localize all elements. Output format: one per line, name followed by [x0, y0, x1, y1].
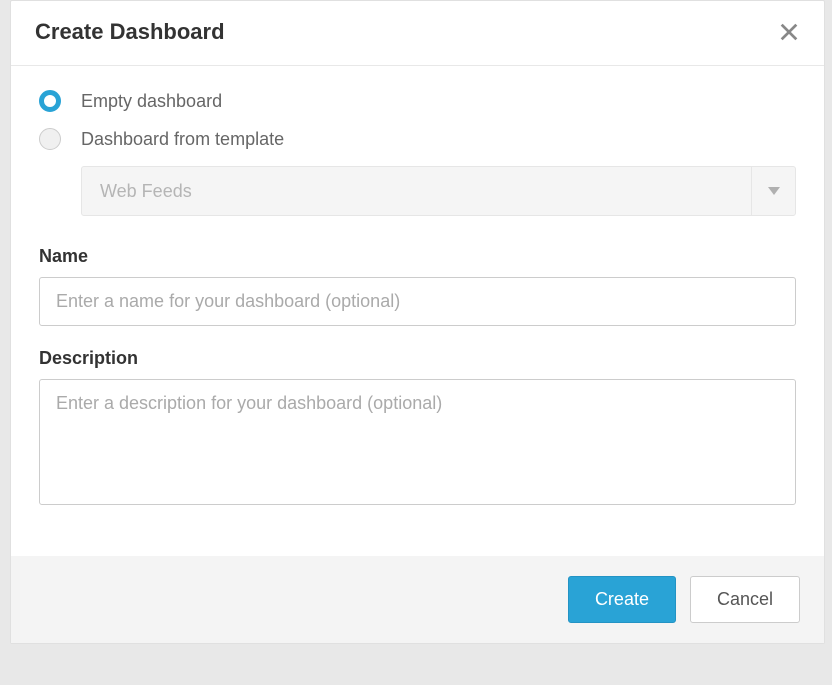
template-dropdown[interactable]: Web Feeds: [81, 166, 796, 216]
name-label: Name: [39, 246, 796, 267]
close-icon[interactable]: [778, 21, 800, 43]
modal-title: Create Dashboard: [35, 19, 225, 45]
chevron-down-icon: [751, 167, 795, 215]
template-dropdown-selected: Web Feeds: [82, 167, 751, 216]
name-field-group: Name: [39, 246, 796, 326]
modal-body: Empty dashboard Dashboard from template …: [11, 66, 824, 556]
modal-header: Create Dashboard: [11, 1, 824, 66]
create-button[interactable]: Create: [568, 576, 676, 623]
name-input[interactable]: [39, 277, 796, 326]
radio-empty-dashboard[interactable]: Empty dashboard: [39, 90, 796, 112]
create-dashboard-modal: Create Dashboard Empty dashboard Dashboa…: [10, 0, 825, 644]
radio-selected-icon: [39, 90, 61, 112]
radio-template-label: Dashboard from template: [81, 129, 284, 150]
cancel-button[interactable]: Cancel: [690, 576, 800, 623]
radio-unselected-icon: [39, 128, 61, 150]
dashboard-type-radio-group: Empty dashboard Dashboard from template …: [39, 90, 796, 216]
description-label: Description: [39, 348, 796, 369]
radio-dashboard-from-template[interactable]: Dashboard from template: [39, 128, 796, 150]
modal-footer: Create Cancel: [11, 556, 824, 643]
radio-empty-label: Empty dashboard: [81, 91, 222, 112]
description-input[interactable]: [39, 379, 796, 505]
description-field-group: Description: [39, 348, 796, 510]
